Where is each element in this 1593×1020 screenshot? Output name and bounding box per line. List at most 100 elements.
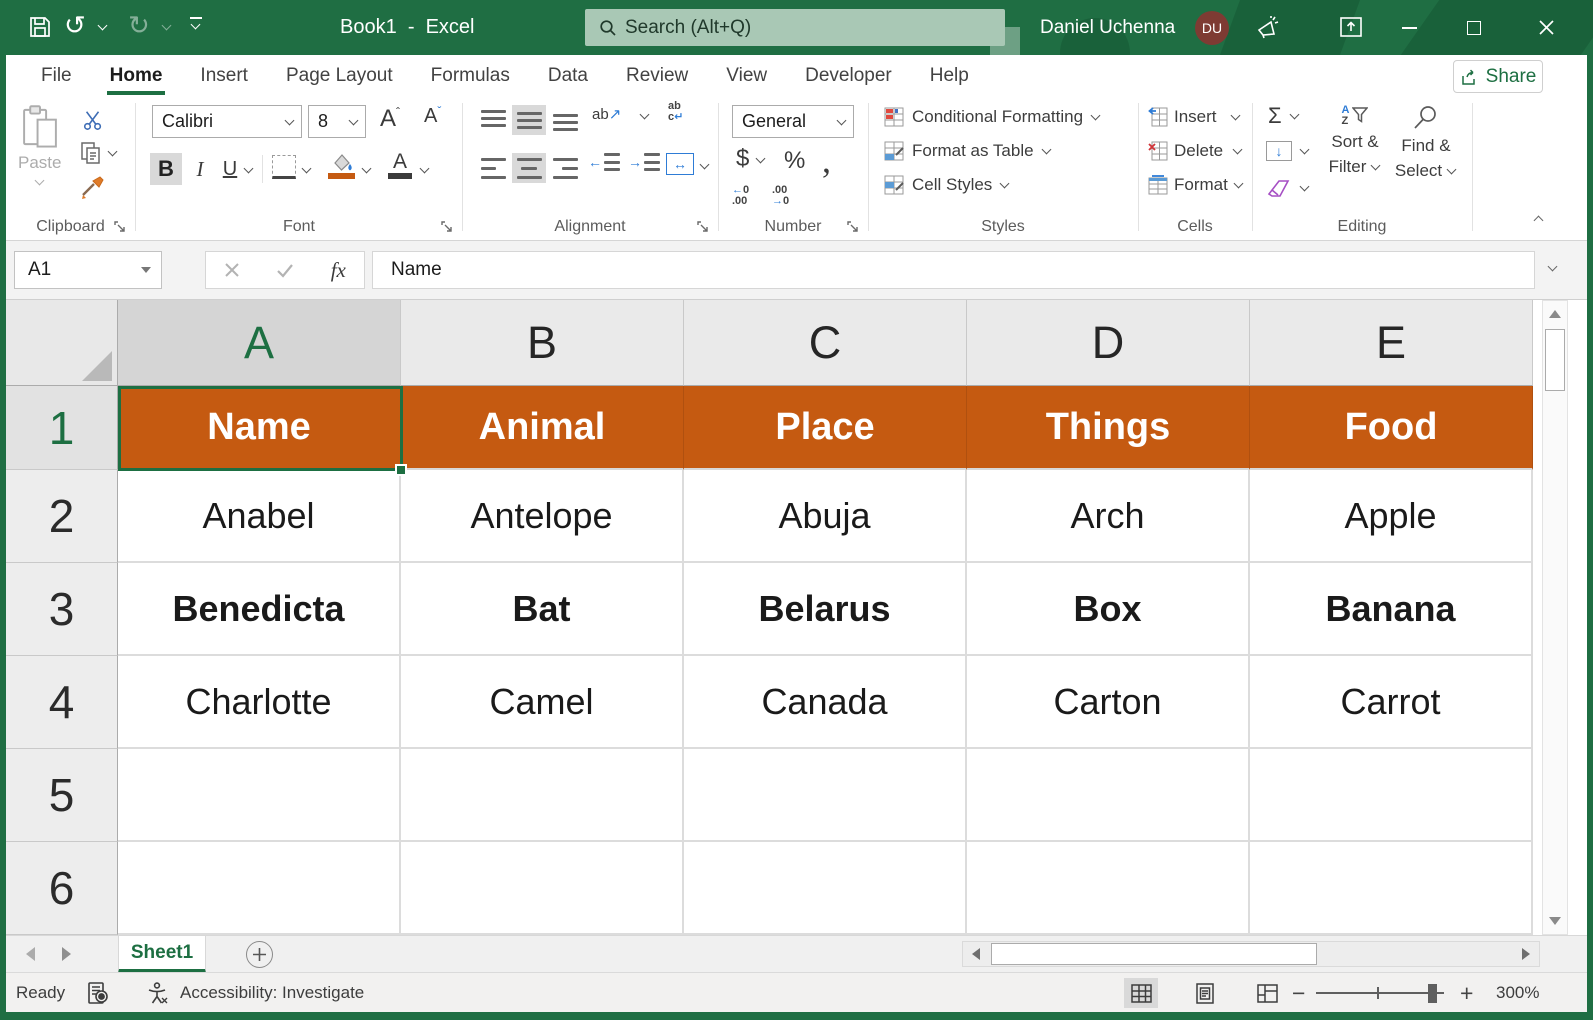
middle-align-button[interactable] — [512, 105, 546, 135]
column-header-E[interactable]: E — [1250, 300, 1533, 386]
tab-view[interactable]: View — [707, 55, 786, 97]
number-format-select[interactable]: General — [732, 105, 854, 138]
decrease-indent-button[interactable]: ← — [588, 153, 620, 171]
normal-view-button[interactable] — [1124, 978, 1158, 1008]
borders-button[interactable] — [272, 155, 296, 179]
cell-styles-button[interactable]: Cell Styles — [884, 175, 1010, 195]
cut-button[interactable] — [82, 109, 104, 131]
orientation-dropdown-icon[interactable] — [640, 111, 650, 121]
number-dialog-launcher-icon[interactable] — [847, 221, 860, 234]
cell-A1[interactable]: Name — [118, 386, 401, 470]
macro-record-icon[interactable] — [86, 981, 110, 1005]
ribbon-display-options-icon[interactable] — [1340, 17, 1362, 37]
fill-button[interactable]: ↓ — [1266, 141, 1310, 161]
font-color-dropdown-icon[interactable] — [420, 165, 430, 175]
minimize-button[interactable] — [1385, 0, 1433, 55]
quick-access-toolbar-icon[interactable] — [190, 17, 202, 31]
sort-filter-button[interactable]: AZ Sort & Filter — [1324, 105, 1386, 177]
alignment-dialog-launcher-icon[interactable] — [697, 221, 710, 234]
font-size-select[interactable]: 8 — [308, 105, 366, 138]
format-painter-button[interactable] — [80, 175, 106, 201]
undo-dropdown-icon[interactable] — [98, 22, 108, 32]
cell-D1[interactable]: Things — [967, 386, 1250, 470]
zoom-slider-handle[interactable] — [1428, 984, 1437, 1003]
horizontal-scroll-thumb[interactable] — [991, 943, 1317, 965]
share-button[interactable]: Share — [1453, 60, 1543, 93]
cell-A2[interactable]: Anabel — [118, 470, 401, 563]
wrap-text-button[interactable]: ab c↵ — [668, 101, 683, 123]
page-layout-view-button[interactable] — [1188, 978, 1222, 1008]
redo-dropdown-icon[interactable] — [162, 22, 172, 32]
accessibility-status[interactable]: Accessibility: Investigate — [180, 983, 364, 1003]
tab-home[interactable]: Home — [91, 55, 182, 97]
copy-button[interactable] — [80, 141, 118, 165]
page-break-preview-button[interactable] — [1250, 978, 1284, 1008]
decrease-decimal-button[interactable]: .00 →0 — [772, 185, 789, 207]
tab-formulas[interactable]: Formulas — [412, 55, 529, 97]
row-header-6[interactable]: 6 — [6, 842, 118, 935]
avatar[interactable]: DU — [1195, 11, 1229, 45]
paste-button[interactable]: Paste — [18, 105, 61, 187]
enter-check-icon[interactable] — [276, 263, 294, 278]
row-header-5[interactable]: 5 — [6, 749, 118, 842]
column-header-C[interactable]: C — [684, 300, 967, 386]
tab-insert[interactable]: Insert — [181, 55, 267, 97]
cell-D3[interactable]: Box — [967, 563, 1250, 656]
cell-C4[interactable]: Canada — [684, 656, 967, 749]
previous-sheet-button[interactable] — [26, 947, 35, 961]
cell-E5[interactable] — [1250, 749, 1533, 842]
scroll-up-button[interactable] — [1543, 301, 1567, 327]
vertical-scrollbar[interactable] — [1542, 300, 1568, 935]
align-left-button[interactable] — [476, 153, 510, 183]
cell-E6[interactable] — [1250, 842, 1533, 935]
clear-button[interactable] — [1266, 177, 1310, 199]
save-icon[interactable] — [28, 15, 52, 39]
scroll-right-button[interactable] — [1513, 942, 1539, 966]
zoom-level[interactable]: 300% — [1496, 983, 1539, 1003]
orientation-button[interactable]: ab↗ — [592, 105, 621, 123]
currency-button[interactable]: $ — [736, 145, 749, 173]
align-right-button[interactable] — [548, 153, 582, 183]
accessibility-icon[interactable] — [146, 981, 170, 1005]
cell-E2[interactable]: Apple — [1250, 470, 1533, 563]
cell-A6[interactable] — [118, 842, 401, 935]
name-box[interactable]: A1 — [14, 251, 162, 289]
collapse-ribbon-icon[interactable] — [1534, 213, 1544, 223]
autosum-button[interactable]: Σ — [1268, 103, 1300, 129]
underline-dropdown-icon[interactable] — [244, 165, 254, 175]
cell-A4[interactable]: Charlotte — [118, 656, 401, 749]
format-as-table-button[interactable]: Format as Table — [884, 141, 1052, 161]
delete-cells-button[interactable]: Delete — [1148, 141, 1243, 161]
expand-formula-bar-icon[interactable] — [1548, 263, 1558, 273]
close-button[interactable] — [1522, 0, 1570, 55]
insert-function-icon[interactable]: fx — [331, 258, 346, 283]
tab-data[interactable]: Data — [529, 55, 607, 97]
bottom-align-button[interactable] — [548, 105, 582, 135]
comma-style-button[interactable]: , — [822, 139, 831, 181]
decrease-font-size-button[interactable]: Aˇ — [424, 104, 441, 128]
user-name[interactable]: Daniel Uchenna — [1040, 0, 1175, 55]
fill-handle[interactable] — [395, 464, 407, 476]
formula-input[interactable]: Name — [372, 251, 1535, 289]
tab-developer[interactable]: Developer — [786, 55, 911, 97]
font-dialog-launcher-icon[interactable] — [441, 221, 454, 234]
cell-E3[interactable]: Banana — [1250, 563, 1533, 656]
merge-center-button[interactable]: ↔ — [666, 153, 694, 175]
font-name-select[interactable]: Calibri — [152, 105, 302, 138]
increase-indent-button[interactable]: → — [628, 153, 660, 171]
insert-cells-button[interactable]: Insert — [1148, 107, 1241, 127]
increase-font-size-button[interactable]: Aˆ — [380, 105, 400, 133]
column-header-D[interactable]: D — [967, 300, 1250, 386]
cell-E4[interactable]: Carrot — [1250, 656, 1533, 749]
font-color-button[interactable]: A — [388, 151, 412, 179]
cell-B5[interactable] — [401, 749, 684, 842]
tab-page-layout[interactable]: Page Layout — [267, 55, 412, 97]
cell-B4[interactable]: Camel — [401, 656, 684, 749]
maximize-button[interactable] — [1450, 0, 1498, 55]
fill-color-button[interactable] — [328, 151, 355, 179]
cell-D2[interactable]: Arch — [967, 470, 1250, 563]
cell-D5[interactable] — [967, 749, 1250, 842]
select-all-corner[interactable] — [6, 300, 118, 386]
next-sheet-button[interactable] — [62, 947, 71, 961]
borders-dropdown-icon[interactable] — [302, 165, 312, 175]
